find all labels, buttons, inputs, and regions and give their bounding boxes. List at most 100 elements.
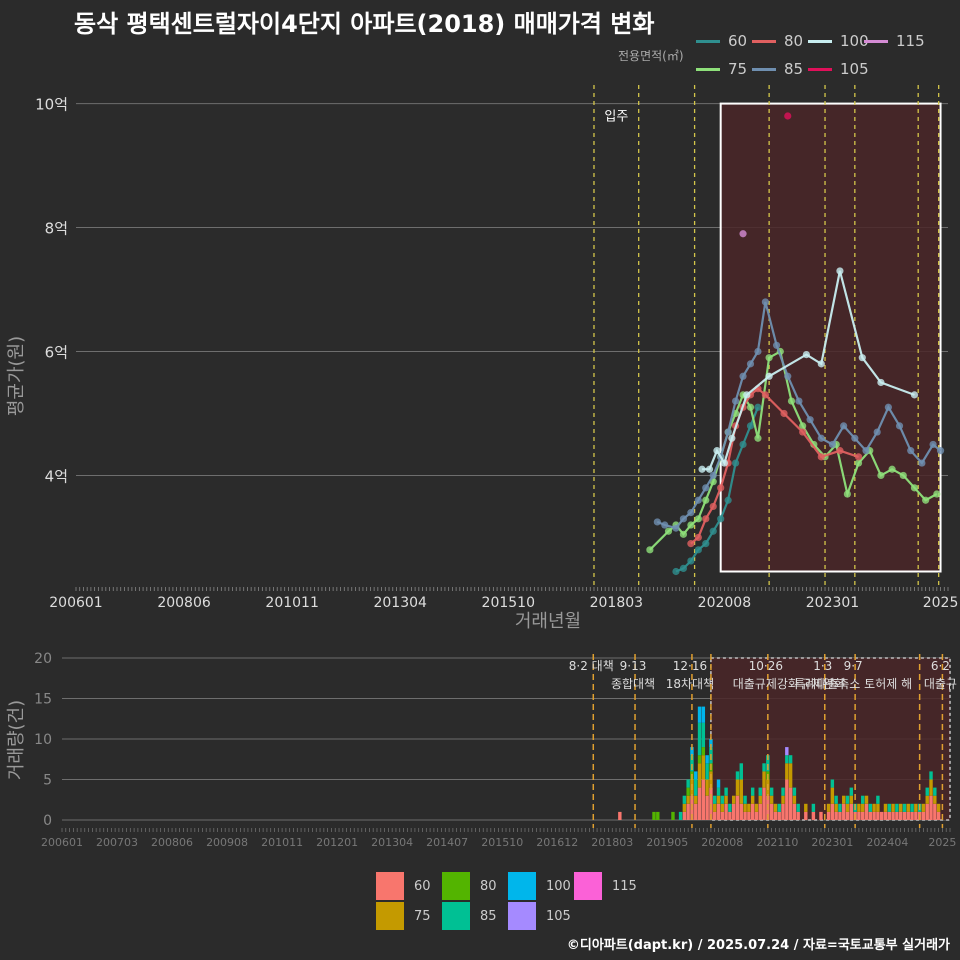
volume-bar-segment bbox=[925, 787, 929, 796]
volume-bar bbox=[785, 747, 789, 820]
volume-bar-segment bbox=[781, 795, 785, 804]
policy-event-label: 종합대책 bbox=[611, 676, 655, 691]
data-point-80 bbox=[717, 484, 725, 492]
x-tick-label: 202008 bbox=[698, 595, 751, 611]
volume-bar bbox=[819, 811, 823, 820]
volume-bar bbox=[788, 755, 793, 820]
volume-bar bbox=[921, 803, 926, 820]
data-point-75 bbox=[702, 496, 710, 504]
volume-bar bbox=[895, 803, 899, 820]
volume-bar-segment bbox=[697, 755, 702, 764]
volume-bar-segment bbox=[724, 787, 728, 796]
volume-bar bbox=[830, 779, 835, 820]
volume-bar-segment bbox=[910, 811, 914, 820]
volume-bar-segment bbox=[872, 803, 876, 812]
volume-bar-segment bbox=[716, 803, 721, 820]
y-tick-label: 4억 bbox=[45, 467, 68, 485]
data-point-75 bbox=[899, 471, 907, 480]
volume-legend-item-75: 75 bbox=[376, 902, 431, 930]
volume-bar bbox=[902, 803, 907, 820]
volume-bar-segment bbox=[728, 811, 732, 820]
volume-bar bbox=[735, 771, 740, 820]
volume-bar-segment bbox=[864, 803, 869, 820]
bar-x-tick-label: 201304 bbox=[371, 836, 413, 849]
data-point-115 bbox=[739, 230, 747, 238]
bar-y-tick-label: 10 bbox=[34, 732, 52, 748]
volume-bar-segment bbox=[891, 803, 895, 812]
volume-bar-segment bbox=[720, 811, 725, 820]
volume-bar-segment bbox=[716, 795, 721, 804]
policy-event-label: 특례대출축소 토허제 해 bbox=[794, 677, 912, 691]
bar-x-tick-label: 201905 bbox=[646, 836, 688, 849]
volume-bar-segment bbox=[694, 771, 698, 780]
data-point-100 bbox=[877, 378, 885, 387]
policy-event-label: 12·16 bbox=[673, 659, 707, 673]
x-tick-label: 201304 bbox=[373, 595, 427, 611]
volume-bar-segment bbox=[830, 779, 835, 788]
bar-x-tick-label: 200601 bbox=[41, 836, 83, 849]
volume-bar bbox=[887, 803, 891, 820]
volume-bar-segment bbox=[819, 811, 823, 820]
volume-bar-segment bbox=[914, 803, 918, 812]
volume-bar-segment bbox=[910, 803, 914, 812]
data-point-85 bbox=[918, 459, 926, 467]
data-point-60 bbox=[694, 546, 702, 554]
volume-bar-segment bbox=[735, 779, 740, 796]
volume-bar-segment bbox=[705, 779, 709, 796]
volume-bar-segment bbox=[678, 811, 683, 820]
volume-bar-segment bbox=[804, 803, 808, 812]
data-point-85 bbox=[817, 434, 825, 442]
volume-bar bbox=[769, 787, 774, 820]
volume-bar-segment bbox=[682, 803, 687, 812]
data-point-75 bbox=[922, 496, 930, 504]
volume-bar-segment bbox=[743, 795, 747, 804]
series-105 bbox=[784, 112, 792, 120]
volume-bar bbox=[872, 803, 876, 820]
volume-legend-item-105: 105 bbox=[508, 902, 571, 930]
volume-bar-segment bbox=[701, 747, 706, 756]
volume-bar bbox=[891, 803, 895, 820]
volume-bar-segment bbox=[785, 747, 789, 756]
data-point-85 bbox=[653, 518, 661, 526]
volume-bar bbox=[762, 763, 766, 820]
data-point-75 bbox=[933, 490, 941, 498]
data-point-85 bbox=[884, 403, 892, 411]
highlight-period-box bbox=[719, 102, 942, 573]
data-point-85 bbox=[862, 447, 870, 455]
volume-bar-segment bbox=[887, 811, 891, 820]
volume-bar-segment bbox=[686, 787, 690, 796]
volume-bar-segment bbox=[838, 811, 842, 820]
data-point-85 bbox=[806, 416, 814, 424]
volume-bar-segment bbox=[936, 803, 941, 812]
volume-bar-segment bbox=[788, 763, 793, 788]
bar-x-tick-label: 2025 bbox=[928, 836, 956, 849]
volume-bar-segment bbox=[750, 795, 755, 804]
data-point-60 bbox=[739, 440, 747, 449]
volume-legend-label: 85 bbox=[480, 908, 497, 924]
volume-bar bbox=[883, 803, 888, 820]
x-tick-label: 202301 bbox=[806, 595, 859, 611]
bar-x-tick-label: 202110 bbox=[756, 836, 798, 849]
volume-bar-segment bbox=[705, 755, 709, 764]
data-point-85 bbox=[672, 524, 680, 532]
data-point-60 bbox=[724, 496, 732, 504]
policy-event-label: 18차대책 bbox=[666, 676, 714, 691]
volume-bar-segment bbox=[682, 795, 687, 804]
volume-bar bbox=[754, 803, 759, 820]
volume-bar bbox=[861, 795, 865, 820]
volume-bar-segment bbox=[781, 803, 785, 820]
volume-bar-segment bbox=[861, 811, 865, 820]
volume-bar-segment bbox=[769, 795, 774, 804]
volume-bar bbox=[845, 795, 850, 820]
bar-x-tick-label: 200703 bbox=[96, 836, 138, 849]
volume-bar-segment bbox=[743, 803, 747, 812]
volume-bar-segment bbox=[792, 787, 797, 796]
data-point-85 bbox=[731, 397, 740, 405]
data-point-75 bbox=[664, 527, 673, 535]
volume-bar bbox=[838, 803, 842, 820]
data-point-100 bbox=[713, 447, 721, 455]
volume-bar-segment bbox=[731, 795, 736, 804]
data-point-85 bbox=[761, 298, 770, 306]
volume-bar-segment bbox=[849, 795, 854, 804]
volume-bar-segment bbox=[758, 803, 762, 820]
